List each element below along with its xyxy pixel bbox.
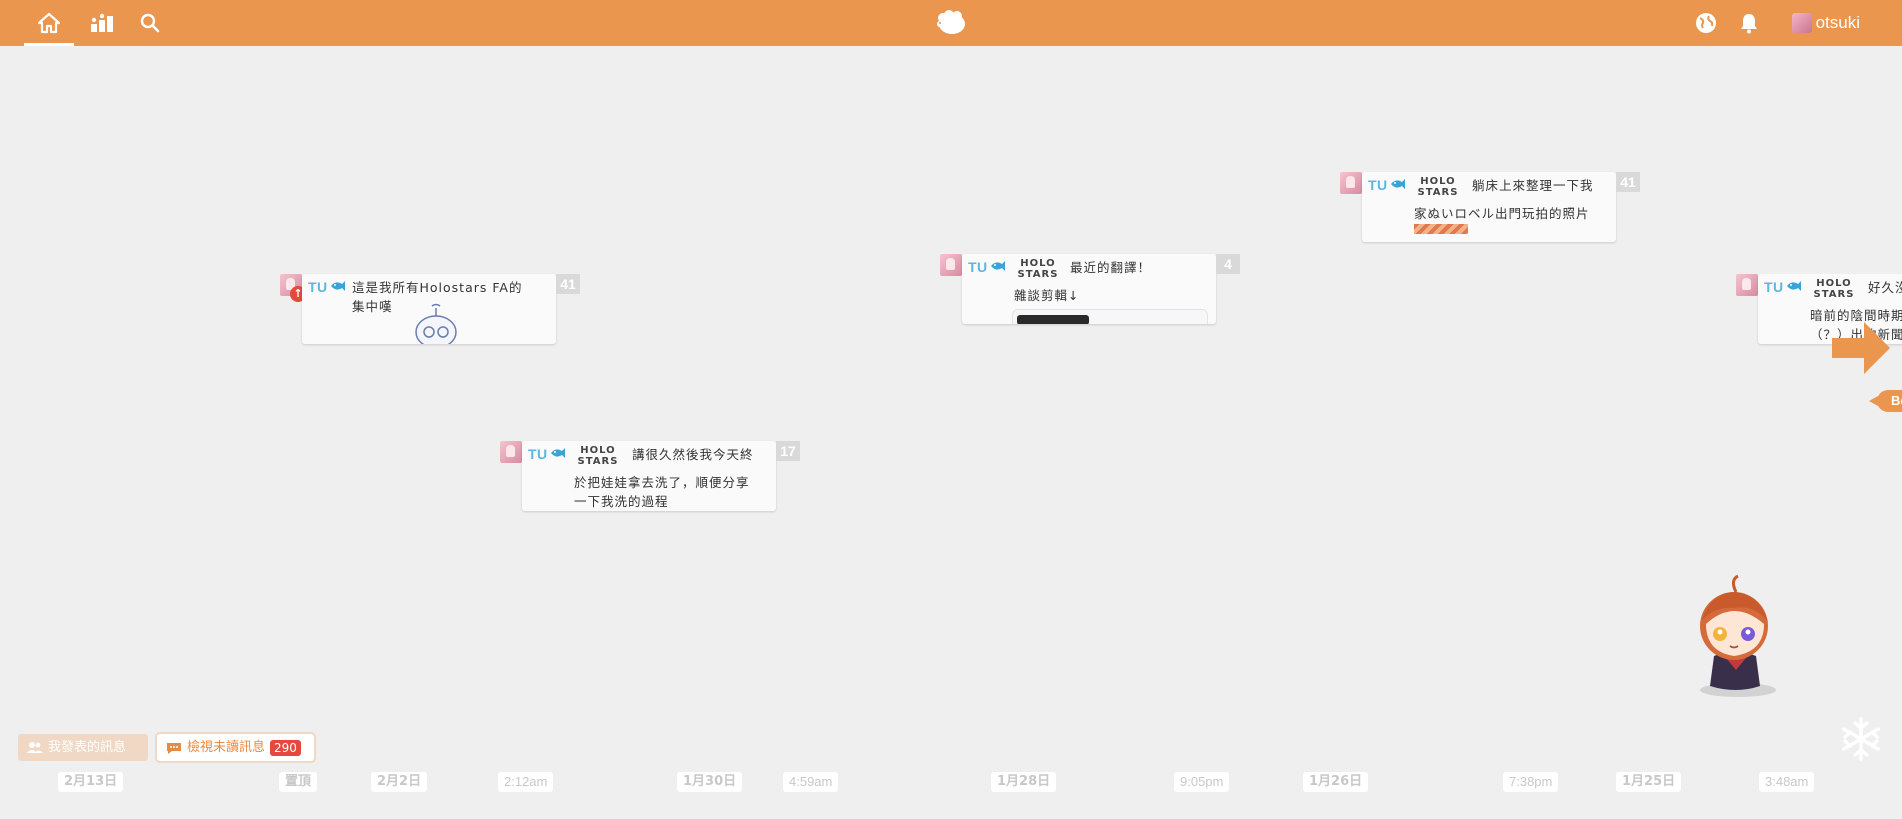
fish-icon [551, 448, 565, 458]
post-text: 雜談剪輯↓ [1014, 288, 1080, 303]
post-text: 這是我所有Holostars FA的 [352, 280, 523, 295]
timeline-label[interactable]: 置頂 [279, 772, 318, 792]
chibi-mascot[interactable] [1676, 574, 1792, 700]
post-text: 好久沒 [1868, 280, 1902, 295]
author-name: TU [968, 259, 988, 275]
timeline-label[interactable]: 7:38pm [1503, 772, 1559, 792]
timeline-label[interactable]: 1月26日 [1303, 772, 1369, 792]
post-text: 躺床上來整理一下我 [1472, 178, 1594, 193]
author-avatar[interactable] [1340, 172, 1362, 194]
timeline-label[interactable]: 1月25日 [1616, 772, 1682, 792]
reply-count: 41 [556, 274, 580, 294]
begin-button[interactable]: Begin [1868, 390, 1902, 412]
holostars-logo: HOLO STARS [1417, 176, 1459, 198]
author-name: TU [1368, 177, 1388, 193]
author-name: TU [308, 279, 328, 295]
author-avatar[interactable] [500, 441, 522, 463]
bell-icon [1741, 14, 1757, 34]
post-text: 講很久然後我今天終 [632, 447, 754, 462]
sheep-logo-icon [937, 10, 965, 34]
reply-count: 17 [776, 441, 800, 461]
my-posts-button[interactable]: 我發表的訊息 [18, 734, 148, 761]
top-bar: otsuki [0, 0, 1902, 46]
timeline-label[interactable]: 2:12am [498, 772, 554, 792]
holostars-logo: HOLO STARS [1017, 258, 1059, 280]
timeline-label[interactable]: 2月2日 [371, 772, 428, 792]
unread-count-badge: 290 [270, 739, 301, 756]
post-text: 集中嘆 [352, 299, 393, 314]
ranking-button[interactable] [88, 0, 116, 46]
post-image-thumbnail[interactable] [1414, 224, 1468, 234]
fish-icon [1787, 281, 1801, 291]
timeline-label[interactable]: 2月13日 [58, 772, 124, 792]
home-button[interactable] [24, 0, 74, 46]
post-body[interactable]: TU 這是我所有Holostars FA的 集中嘆 [302, 274, 556, 344]
user-group-icon [27, 742, 43, 753]
explore-button[interactable] [1694, 0, 1718, 46]
search-icon [140, 13, 160, 33]
author-avatar[interactable] [940, 254, 962, 276]
snowflake-icon[interactable] [1838, 716, 1884, 762]
timeline-label[interactable]: 1月30日 [677, 772, 743, 792]
post-body[interactable]: TU HOLO STARS 躺床上來整理一下我 家ぬいロベル出門玩拍的照片 [1362, 172, 1616, 242]
post-text: 家ぬいロベル出門玩拍的照片 [1414, 206, 1590, 221]
reply-count: 4 [1216, 254, 1240, 274]
preview-thumbnail [1017, 315, 1089, 324]
fish-icon [991, 261, 1005, 271]
timeline-label[interactable]: 4:59am [783, 772, 839, 792]
avatar [1791, 13, 1812, 33]
post-body[interactable]: TU HOLO STARS 講很久然後我今天終 於把娃娃拿去洗了，順便分享 一下… [522, 441, 776, 511]
author-name: TU [1764, 279, 1784, 295]
my-posts-label: 我發表的訊息 [48, 740, 127, 755]
site-logo[interactable] [934, 0, 968, 46]
unread-label: 檢視未讀訊息 [187, 740, 266, 755]
home-icon [37, 12, 61, 34]
post-body[interactable]: TU HOLO STARS 最近的翻譯！ 雜談剪輯↓ [962, 254, 1216, 324]
holostars-logo: HOLO STARS [577, 445, 619, 467]
timeline-label[interactable]: 3:48am [1759, 772, 1815, 792]
ranking-icon [91, 13, 113, 32]
next-arrow-icon[interactable] [1830, 318, 1892, 378]
timeline-label[interactable]: 1月28日 [991, 772, 1057, 792]
username: otsuki [1815, 13, 1860, 32]
fish-icon [331, 281, 345, 291]
globe-icon [1696, 13, 1716, 33]
link-preview[interactable] [1012, 309, 1208, 324]
author-avatar[interactable] [1736, 274, 1758, 296]
chat-bubble-icon [167, 742, 181, 754]
holostars-logo: HOLO STARS [1813, 278, 1855, 300]
fish-icon [1391, 179, 1405, 189]
post-text: 最近的翻譯！ [1070, 260, 1152, 275]
user-menu[interactable]: otsuki [1791, 0, 1860, 46]
post-text: 於把娃娃拿去洗了，順便分享 [574, 475, 750, 490]
cartoon-mascot-icon [415, 303, 457, 344]
reply-count: 41 [1616, 172, 1640, 192]
unread-messages-button[interactable]: 檢視未讀訊息 290 [157, 734, 314, 761]
author-name: TU [528, 446, 548, 462]
post-text: 一下我洗的過程 [574, 494, 669, 509]
search-button[interactable] [136, 0, 164, 46]
notifications-button[interactable] [1737, 0, 1761, 46]
timeline-label[interactable]: 9:05pm [1174, 772, 1230, 792]
